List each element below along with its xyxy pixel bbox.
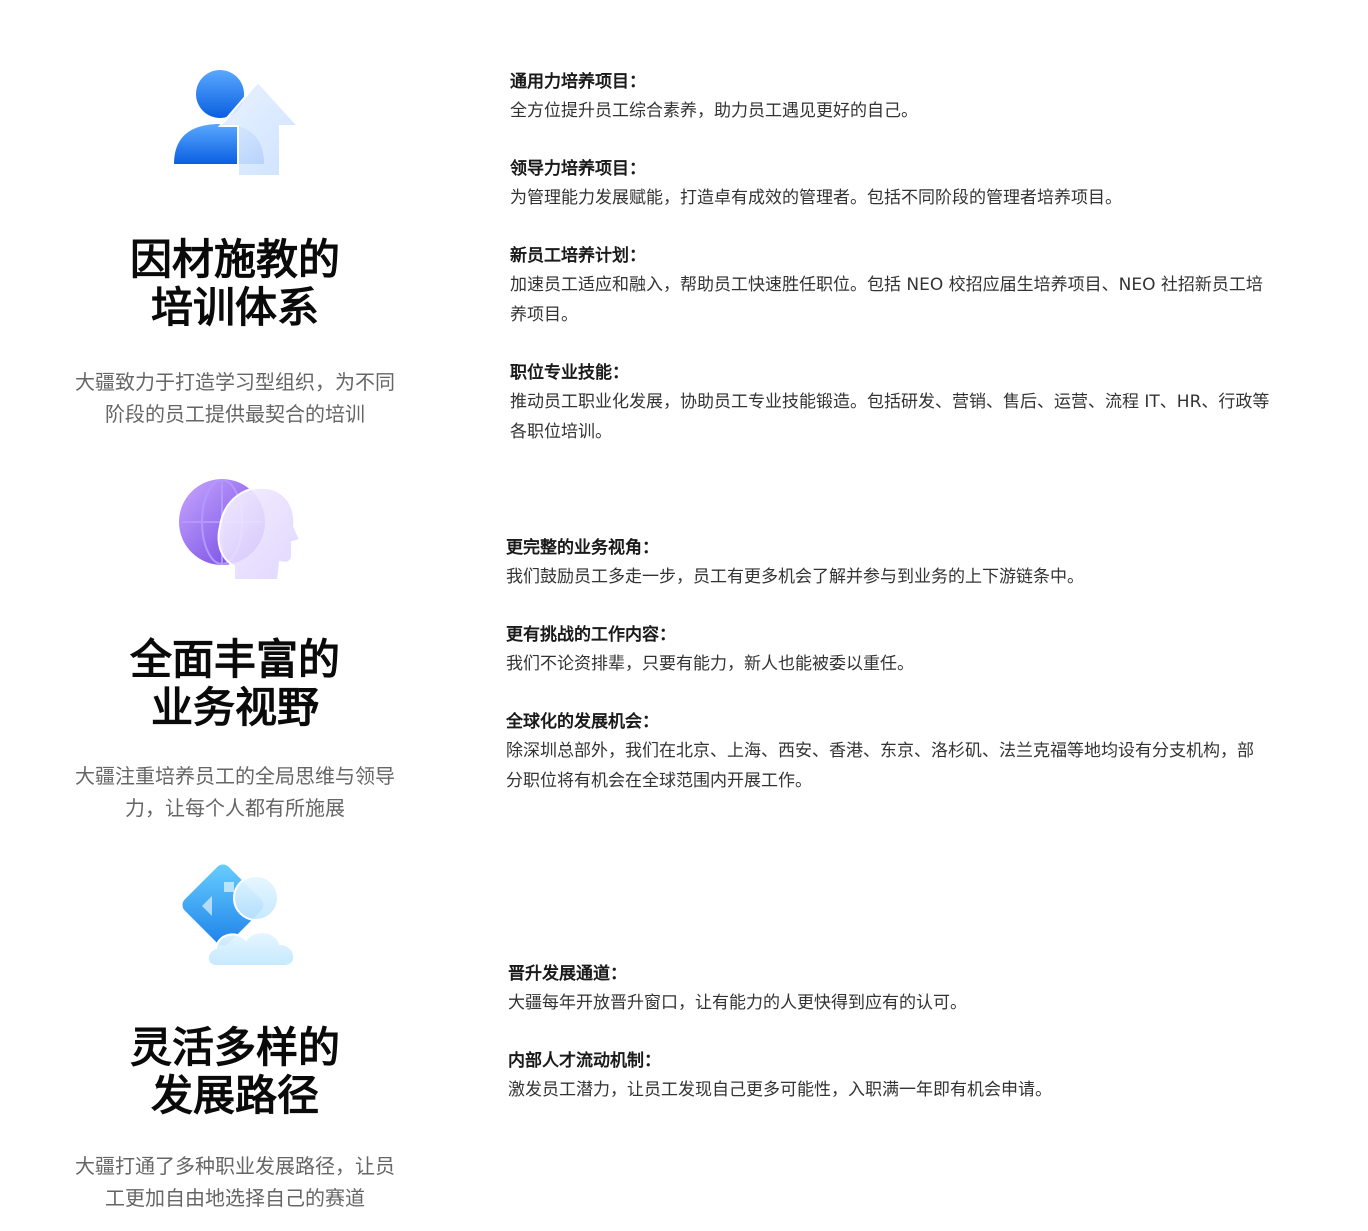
- item-body: 为管理能力发展赋能，打造卓有成效的管理者。包括不同阶段的管理者培养项目。: [510, 183, 1368, 213]
- item-body: 全方位提升员工综合素养，助力员工遇见更好的自己。: [510, 96, 1368, 126]
- item-body: 大疆每年开放晋升窗口，让有能力的人更快得到应有的认可。: [508, 988, 1368, 1018]
- item-body: 除深圳总部外，我们在北京、上海、西安、香港、东京、洛杉矶、法兰克福等地均设有分支…: [506, 736, 1366, 796]
- title-line: 因材施教的: [129, 235, 340, 284]
- description-line: 阶段的员工提供最契合的培训: [105, 402, 365, 426]
- item-body-line: 大疆每年开放晋升窗口，让有能力的人更快得到应有的认可。: [508, 993, 967, 1013]
- title-line: 发展路径: [150, 1071, 319, 1120]
- list-item: 更有挑战的工作内容： 我们不论资排辈，只要有能力，新人也能被委以重任。: [506, 621, 1366, 679]
- item-body-line: 为管理能力发展赋能，打造卓有成效的管理者。包括不同阶段的管理者培养项目。: [510, 188, 1122, 208]
- item-heading: 职位专业技能：: [510, 363, 629, 383]
- title-line: 灵活多样的: [129, 1023, 340, 1072]
- item-list: 通用力培养项目： 全方位提升员工综合素养，助力员工遇见更好的自己。 领导力培养项…: [510, 68, 1368, 476]
- section-title: 因材施教的 培训体系: [40, 236, 430, 332]
- person-arrow-up-icon: [174, 70, 301, 177]
- item-list: 更完整的业务视角： 我们鼓励员工多走一步，员工有更多机会了解并参与到业务的上下游…: [506, 534, 1366, 825]
- globe-head-icon: [179, 479, 302, 581]
- list-item: 领导力培养项目： 为管理能力发展赋能，打造卓有成效的管理者。包括不同阶段的管理者…: [510, 155, 1368, 213]
- list-item: 全球化的发展机会： 除深圳总部外，我们在北京、上海、西安、香港、东京、洛杉矶、法…: [506, 708, 1366, 796]
- item-heading: 通用力培养项目：: [510, 72, 646, 92]
- item-body: 我们不论资排辈，只要有能力，新人也能被委以重任。: [506, 649, 1366, 679]
- item-heading: 内部人才流动机制：: [508, 1051, 661, 1071]
- item-body-line: 除深圳总部外，我们在北京、上海、西安、香港、东京、洛杉矶、法兰克福等地均设有分支…: [506, 741, 1254, 761]
- item-list: 晋升发展通道： 大疆每年开放晋升窗口，让有能力的人更快得到应有的认可。 内部人才…: [508, 960, 1368, 1134]
- item-body: 加速员工适应和融入，帮助员工快速胜任职位。包括 NEO 校招应届生培养项目、NE…: [510, 270, 1368, 330]
- description-line: 工更加自由地选择自己的赛道: [105, 1186, 365, 1210]
- item-body: 推动员工职业化发展，协助员工专业技能锻造。包括研发、营销、售后、运营、流程 IT…: [510, 387, 1368, 447]
- item-body-line: 各职位培训。: [510, 422, 612, 442]
- item-body-line: 养项目。: [510, 305, 578, 325]
- section-description: 大疆致力于打造学习型组织，为不同 阶段的员工提供最契合的培训: [40, 366, 430, 430]
- item-body-line: 分职位将有机会在全球范围内开展工作。: [506, 771, 812, 791]
- item-body-line: 我们不论资排辈，只要有能力，新人也能被委以重任。: [506, 654, 914, 674]
- list-item: 通用力培养项目： 全方位提升员工综合素养，助力员工遇见更好的自己。: [510, 68, 1368, 126]
- item-body-line: 推动员工职业化发展，协助员工专业技能锻造。包括研发、营销、售后、运营、流程 IT…: [510, 392, 1270, 412]
- section-description: 大疆注重培养员工的全局思维与领导 力，让每个人都有所施展: [40, 760, 430, 824]
- list-item: 晋升发展通道： 大疆每年开放晋升窗口，让有能力的人更快得到应有的认可。: [508, 960, 1368, 1018]
- item-heading: 更完整的业务视角：: [506, 538, 659, 558]
- item-body: 我们鼓励员工多走一步，员工有更多机会了解并参与到业务的上下游链条中。: [506, 562, 1366, 592]
- title-line: 业务视野: [150, 683, 319, 732]
- description-line: 力，让每个人都有所施展: [125, 796, 345, 820]
- item-heading: 新员工培养计划：: [510, 246, 646, 266]
- description-line: 大疆注重培养员工的全局思维与领导: [75, 764, 395, 788]
- description-line: 大疆致力于打造学习型组织，为不同: [75, 370, 395, 394]
- section-title: 灵活多样的 发展路径: [40, 1024, 430, 1120]
- item-heading: 更有挑战的工作内容：: [506, 625, 676, 645]
- description-line: 大疆打通了多种职业发展路径，让员: [75, 1154, 395, 1178]
- section-description: 大疆打通了多种职业发展路径，让员 工更加自由地选择自己的赛道: [40, 1150, 430, 1214]
- list-item: 新员工培养计划： 加速员工适应和融入，帮助员工快速胜任职位。包括 NEO 校招应…: [510, 242, 1368, 330]
- item-heading: 领导力培养项目：: [510, 159, 646, 179]
- item-heading: 全球化的发展机会：: [506, 712, 659, 732]
- item-body-line: 激发员工潜力，让员工发现自己更多可能性，入职满一年即有机会申请。: [508, 1080, 1052, 1100]
- item-heading: 晋升发展通道：: [508, 964, 627, 984]
- item-body-line: 全方位提升员工综合素养，助力员工遇见更好的自己。: [510, 101, 918, 121]
- item-body: 激发员工潜力，让员工发现自己更多可能性，入职满一年即有机会申请。: [508, 1075, 1368, 1105]
- list-item: 内部人才流动机制： 激发员工潜力，让员工发现自己更多可能性，入职满一年即有机会申…: [508, 1047, 1368, 1105]
- title-line: 培训体系: [150, 283, 319, 332]
- directions-cloud-icon: [182, 864, 295, 967]
- section-title: 全面丰富的 业务视野: [40, 636, 430, 732]
- item-body-line: 我们鼓励员工多走一步，员工有更多机会了解并参与到业务的上下游链条中。: [506, 567, 1084, 587]
- list-item: 更完整的业务视角： 我们鼓励员工多走一步，员工有更多机会了解并参与到业务的上下游…: [506, 534, 1366, 592]
- title-line: 全面丰富的: [129, 635, 340, 684]
- item-body-line: 加速员工适应和融入，帮助员工快速胜任职位。包括 NEO 校招应届生培养项目、NE…: [510, 275, 1263, 295]
- list-item: 职位专业技能： 推动员工职业化发展，协助员工专业技能锻造。包括研发、营销、售后、…: [510, 359, 1368, 447]
